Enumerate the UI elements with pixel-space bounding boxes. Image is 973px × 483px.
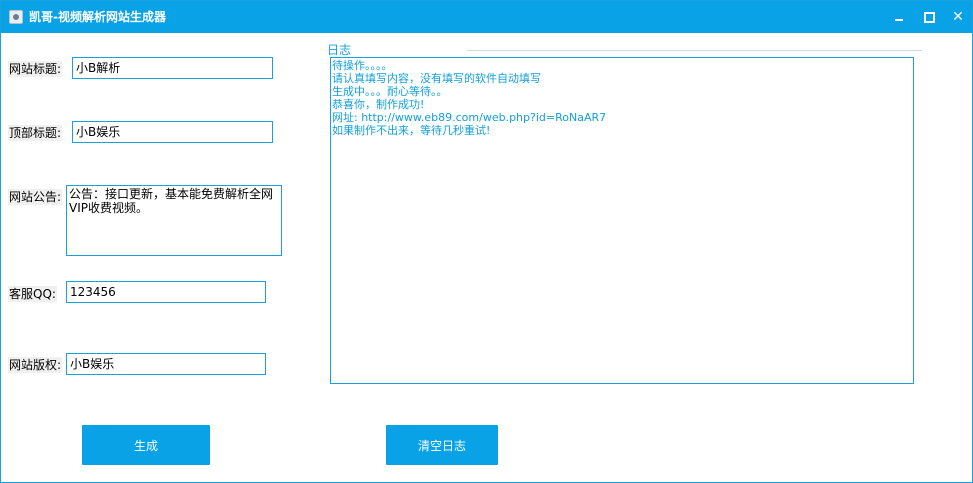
maximize-icon [923, 11, 935, 23]
window-title: 凯哥-视频解析网站生成器 [29, 10, 166, 24]
top-title-label: 顶部标题: [8, 125, 63, 141]
qq-input[interactable]: 123456 [66, 281, 266, 303]
title-bar[interactable]: 凯哥-视频解析网站生成器 ✕ [1, 1, 972, 33]
copyright-label: 网站版权: [8, 357, 63, 373]
notice-textarea[interactable]: 公告：接口更新，基本能免费解析全网VIP收费视频。 [66, 185, 282, 256]
log-line: 网址: http://www.eb89.com/web.php?id=RoNaA… [332, 111, 607, 124]
log-line: 请认真填写内容，没有填写的软件自动填写 [332, 72, 541, 85]
log-line: 待操作。。。。 [332, 59, 393, 72]
log-legend: 日志 [327, 43, 352, 57]
top-title-input[interactable]: 小B娱乐 [72, 121, 273, 143]
minimize-button[interactable] [888, 7, 910, 27]
log-line: 恭喜你，制作成功! [332, 98, 425, 111]
copyright-input[interactable]: 小B娱乐 [66, 353, 266, 375]
app-icon [9, 10, 23, 24]
site-title-label: 网站标题: [8, 61, 63, 77]
notice-label: 网站公告: [8, 189, 63, 205]
log-line: 如果制作不出来，等待几秒重试! [332, 124, 491, 137]
log-line: 生成中。。。耐心等待。。 [332, 85, 448, 98]
generate-button[interactable]: 生成 [82, 425, 210, 465]
minimize-icon [895, 19, 903, 21]
log-textbox[interactable]: 待操作。。。。 请认真填写内容，没有填写的软件自动填写 生成中。。。耐心等待。。… [330, 57, 914, 384]
maximize-button[interactable] [918, 7, 940, 27]
qq-label: 客服QQ: [8, 286, 57, 302]
close-icon: ✕ [952, 9, 964, 25]
site-title-input[interactable]: 小B解析 [72, 57, 273, 79]
close-button[interactable]: ✕ [947, 7, 969, 27]
clear-log-button[interactable]: 清空日志 [386, 425, 498, 465]
log-groupbox-border [467, 50, 922, 51]
app-window: 凯哥-视频解析网站生成器 ✕ 网站标题: 小B解析 顶部标题: 小B娱乐 网站公… [0, 0, 973, 483]
